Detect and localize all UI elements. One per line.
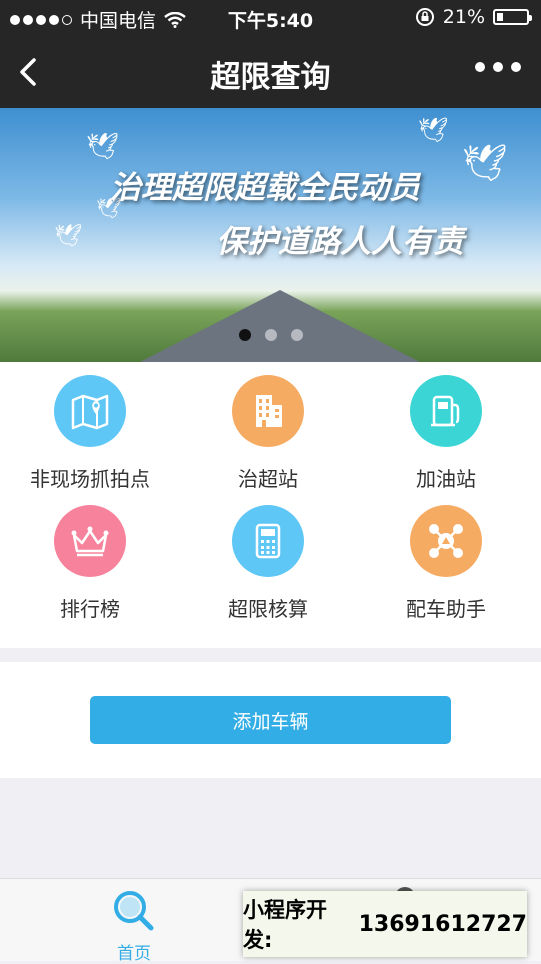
calculator-icon <box>232 505 304 577</box>
menu-item-overload-calc[interactable]: 超限核算 <box>178 505 358 622</box>
menu-label: 治超站 <box>238 467 298 491</box>
menu-item-ranking[interactable]: 排行榜 <box>0 505 180 622</box>
banner-carousel[interactable]: 🕊 🕊 🕊 🕊 🕊 治理超限超载全民动员 保护道路人人有责 <box>0 108 541 362</box>
banner-slogan-1: 治理超限超载全民动员 <box>110 170 420 206</box>
menu-label: 配车助手 <box>406 597 486 621</box>
menu-item-station[interactable]: 治超站 <box>178 375 358 492</box>
menu-item-capture-points[interactable]: 非现场抓拍点 <box>0 375 180 492</box>
pager-dot[interactable] <box>238 329 251 341</box>
crown-icon <box>54 505 126 577</box>
status-right: 21% <box>415 6 532 28</box>
dove-icon: 🕊 <box>418 116 449 144</box>
menu-item-gas-station[interactable]: 加油站 <box>356 375 536 492</box>
promo-label: 小程序开发: <box>243 898 327 952</box>
battery-icon <box>493 9 532 25</box>
banner-slogan-2: 保护道路人人有责 <box>216 224 464 260</box>
add-vehicle-section: 添加车辆 <box>0 662 541 778</box>
menu-label: 排行榜 <box>60 597 120 621</box>
more-icon[interactable] <box>475 62 521 72</box>
dove-icon: 🕊 <box>86 132 120 162</box>
promo-overlay: 小程序开发: 13691612727 <box>243 891 527 957</box>
dove-icon: 🕊 <box>462 143 508 184</box>
fuel-pump-icon <box>410 375 482 447</box>
status-bar: 中国电信 下午5:40 21% <box>0 0 541 36</box>
road-image <box>140 290 420 362</box>
promo-phone: 13691612727 <box>358 911 527 937</box>
pager-dot[interactable] <box>290 329 303 341</box>
pager-dot[interactable] <box>264 329 277 341</box>
nav-bar: 超限查询 <box>0 36 541 108</box>
page-title: 超限查询 <box>210 60 331 95</box>
rotation-lock-icon <box>415 8 434 26</box>
tab-home[interactable]: 首页 <box>94 889 174 964</box>
building-icon <box>232 375 304 447</box>
map-pin-icon <box>54 375 126 447</box>
carousel-pager <box>0 329 541 341</box>
add-vehicle-button[interactable]: 添加车辆 <box>90 696 451 744</box>
network-icon <box>410 505 482 577</box>
menu-item-vehicle-helper[interactable]: 配车助手 <box>356 505 536 622</box>
menu-grid: 非现场抓拍点 治超站 加油站 排行榜 超限核算 配车助手 <box>0 362 541 648</box>
dove-icon: 🕊 <box>54 224 82 249</box>
battery-percent: 21% <box>442 6 485 28</box>
tab-home-label: 首页 <box>117 944 151 964</box>
menu-label: 超限核算 <box>228 597 308 621</box>
search-icon <box>114 891 154 931</box>
menu-label: 加油站 <box>416 467 476 491</box>
menu-label: 非现场抓拍点 <box>30 467 150 491</box>
